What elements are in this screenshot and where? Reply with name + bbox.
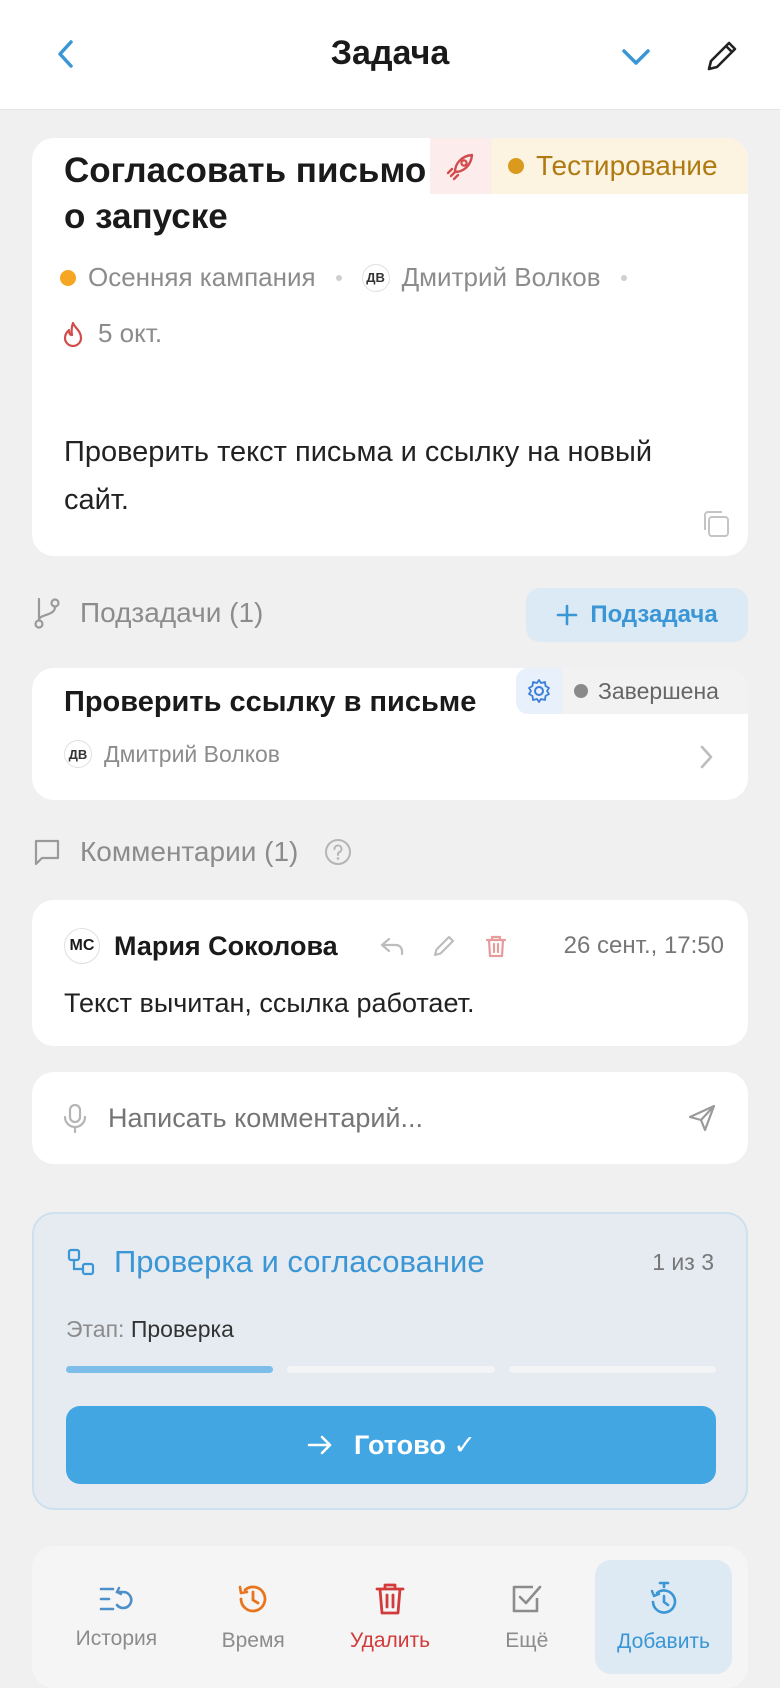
reply-icon[interactable] — [378, 932, 406, 960]
page-title: Задача — [330, 34, 450, 72]
copy-icon — [704, 511, 729, 537]
subtask-title: Проверить ссылку в письме — [64, 686, 477, 718]
time-label: Время — [221, 1629, 285, 1652]
comment-card: МС Мария Соколова 26 сент., 17:50 Текст … — [32, 900, 748, 1046]
chevron-right-icon — [700, 745, 713, 769]
app-header: Задача — [0, 0, 780, 110]
fire-icon — [63, 321, 83, 347]
done-button[interactable]: Готово ✓ — [66, 1406, 716, 1484]
avatar: ДВ — [64, 740, 92, 768]
subtask-assignee-name: Дмитрий Волков — [104, 740, 281, 767]
comment-icon — [34, 839, 60, 866]
status-badge[interactable]: Тестирование — [492, 138, 748, 194]
more-button[interactable]: Ещё — [458, 1560, 595, 1674]
workflow-title: Проверка и согласование — [114, 1244, 485, 1279]
done-button-label: Готово ✓ — [353, 1429, 476, 1460]
trash-icon[interactable] — [482, 932, 510, 960]
time-button[interactable]: Время — [185, 1560, 322, 1674]
expand-button[interactable] — [614, 34, 658, 78]
subtask-assignee: ДВ Дмитрий Волков — [64, 740, 280, 768]
comment-header: МС Мария Соколова 26 сент., 17:50 — [64, 928, 724, 964]
status-dot — [508, 158, 524, 174]
task-title: Согласовать письмо о запуске — [64, 151, 427, 236]
progress-segment — [287, 1366, 495, 1373]
type-badge[interactable] — [430, 138, 492, 194]
branch-icon — [34, 597, 60, 629]
more-label: Ещё — [505, 1629, 549, 1652]
subtask-status: Завершена — [598, 677, 719, 704]
comment-input-bar — [32, 1072, 748, 1164]
add-subtask-button[interactable]: Подзадача — [526, 588, 748, 642]
edit-button[interactable] — [700, 34, 744, 78]
workflow-card: Проверка и согласование 1 из 3 Этап: Про… — [32, 1212, 748, 1510]
open-subtask-button[interactable] — [694, 742, 718, 772]
clock-history-icon — [238, 1585, 267, 1613]
due-date[interactable]: 5 окт. — [60, 318, 162, 349]
delete-label: Удалить — [349, 1629, 431, 1652]
subtask-status-badge: Завершена — [562, 668, 748, 714]
progress-segment — [66, 1366, 274, 1373]
task-meta: Осенняя кампания ДВ Дмитрий Волков — [60, 262, 647, 293]
comments-header: Комментарии (1) — [32, 836, 370, 868]
status-dot — [574, 684, 588, 698]
timer-icon — [650, 1581, 676, 1614]
avatar: МС — [64, 928, 100, 964]
avatar: ДВ — [361, 263, 390, 292]
add-subtask-label: Подзадача — [590, 601, 718, 628]
help-icon[interactable] — [324, 838, 352, 866]
project-name[interactable]: Осенняя кампания — [88, 262, 316, 293]
workflow-step-count: 1 из 3 — [652, 1248, 714, 1275]
history-list-icon — [100, 1586, 133, 1611]
stage-label: Этап: — [66, 1316, 125, 1342]
task-card: Согласовать письмо о запуске Тестировани… — [32, 138, 748, 556]
comment-time: 26 сент., 17:50 — [563, 932, 724, 959]
subtask-badges: Завершена — [516, 668, 748, 714]
arrow-right-icon — [307, 1435, 332, 1455]
send-icon[interactable] — [686, 1102, 718, 1134]
subtask-type-badge — [516, 668, 562, 714]
history-button[interactable]: История — [48, 1560, 185, 1674]
microphone-icon[interactable] — [62, 1102, 88, 1134]
add-time-label: Добавить — [617, 1630, 710, 1653]
workflow-stage: Этап: Проверка — [66, 1316, 234, 1343]
subtask-card[interactable]: Проверить ссылку в письме Завершена ДВ Д… — [32, 668, 748, 800]
rocket-icon — [446, 153, 474, 181]
comment-author: Мария Соколова — [114, 930, 338, 961]
comments-heading: Комментарии (1) — [80, 836, 299, 867]
bottom-action-bar: История Время Удалить Ещё Добавить — [32, 1546, 748, 1688]
chevron-down-icon — [622, 49, 650, 65]
copy-button[interactable] — [700, 508, 732, 540]
delete-button[interactable]: Удалить — [322, 1560, 459, 1674]
due-date-label: 5 окт. — [98, 318, 163, 348]
gear-icon — [528, 679, 550, 703]
project-dot — [60, 269, 76, 286]
progress-segment — [508, 1366, 716, 1373]
task-description: Проверить текст письма и ссылку на новый… — [64, 436, 653, 516]
workflow-progress — [66, 1366, 716, 1373]
pencil-icon — [707, 41, 737, 71]
separator-dot — [620, 274, 627, 281]
plus-icon — [557, 604, 578, 626]
add-time-button[interactable]: Добавить — [595, 1560, 732, 1674]
pencil-icon[interactable] — [430, 932, 458, 960]
comment-actions — [378, 932, 510, 960]
trash-icon — [375, 1583, 405, 1615]
subtasks-heading: Подзадачи (1) — [80, 597, 264, 628]
stage-value: Проверка — [130, 1316, 234, 1342]
workflow-icon — [67, 1248, 95, 1276]
history-label: История — [75, 1627, 158, 1650]
assignee-name[interactable]: Дмитрий Волков — [402, 262, 601, 293]
checkbox-icon — [512, 1585, 542, 1613]
comment-text: Текст вычитан, ссылка работает. — [64, 988, 475, 1018]
status-label: Тестирование — [536, 150, 718, 181]
workflow-header: Проверка и согласование 1 из 3 — [66, 1244, 714, 1280]
task-badges: Тестирование — [430, 138, 748, 194]
separator-dot — [335, 274, 342, 281]
comment-input[interactable] — [108, 1102, 686, 1134]
subtasks-header: Подзадачи (1) — [32, 596, 263, 630]
